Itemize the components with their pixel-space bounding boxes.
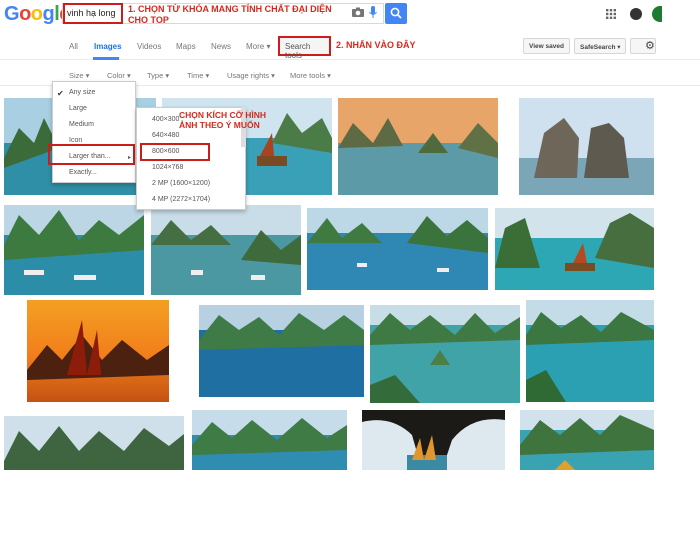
resolution-option[interactable]: 2 MP (1600×1200): [152, 180, 210, 187]
highlight-800x600: [140, 143, 210, 161]
image-result[interactable]: [338, 98, 498, 195]
active-tab-indicator: [93, 57, 119, 60]
image-result[interactable]: [519, 98, 654, 195]
search-button[interactable]: [385, 3, 407, 24]
gear-icon[interactable]: ⚙: [630, 38, 656, 54]
notifications-icon[interactable]: [630, 8, 642, 20]
tab-all[interactable]: All: [69, 42, 78, 51]
tab-news[interactable]: News: [211, 42, 231, 51]
resolution-option[interactable]: 400×300: [152, 116, 179, 123]
search-icon: [390, 7, 402, 19]
view-saved-button[interactable]: View saved: [523, 38, 570, 54]
annotation-step-1: 1. CHỌN TỪ KHÓA MANG TÍNH CHẤT ĐẠI DIỆN …: [128, 4, 332, 25]
google-images-page: Google vinh hạ long 1. CHỌN TỪ KHÓA MANG…: [0, 0, 700, 560]
tab-more[interactable]: More ▾: [246, 42, 270, 51]
image-result[interactable]: [192, 410, 347, 470]
size-option-exactly[interactable]: Exactly...: [69, 169, 97, 176]
top-bar: Google vinh hạ long 1. CHỌN TỪ KHÓA MANG…: [0, 0, 700, 30]
resolution-option[interactable]: 640×480: [152, 132, 179, 139]
image-result[interactable]: [199, 305, 364, 397]
resolution-option[interactable]: 4 MP (2272×1704): [152, 196, 210, 203]
search-query-text[interactable]: vinh hạ long: [63, 3, 123, 24]
google-logo[interactable]: Google: [4, 3, 70, 26]
image-result[interactable]: [526, 300, 654, 402]
microphone-icon[interactable]: [369, 6, 377, 19]
tool-usage-rights[interactable]: Usage rights ▾: [227, 71, 275, 80]
tool-size[interactable]: Size ▾: [69, 71, 89, 80]
camera-icon[interactable]: [352, 7, 364, 17]
check-icon: ✔: [57, 89, 64, 98]
image-result[interactable]: [4, 416, 184, 470]
logo-letter: o: [19, 3, 31, 25]
image-result[interactable]: [495, 208, 654, 290]
tool-color[interactable]: Color ▾: [107, 71, 131, 80]
logo-letter: o: [30, 3, 43, 25]
apps-grid-icon[interactable]: [606, 9, 616, 19]
image-result[interactable]: [370, 305, 520, 403]
size-option-any[interactable]: Any size: [69, 89, 95, 96]
tool-more-tools[interactable]: More tools ▾: [290, 71, 331, 80]
size-option-icon[interactable]: Icon: [69, 137, 82, 144]
image-result[interactable]: [4, 205, 144, 295]
logo-letter: G: [4, 3, 20, 25]
image-result[interactable]: [27, 300, 169, 402]
size-option-medium[interactable]: Medium: [69, 121, 94, 128]
annotation-step-2: 2. NHẤN VÀO ĐÂY: [336, 40, 416, 50]
tool-type[interactable]: Type ▾: [147, 71, 169, 80]
tab-images[interactable]: Images: [94, 42, 122, 51]
image-result[interactable]: [307, 208, 488, 290]
avatar[interactable]: [652, 6, 662, 22]
annotation-step-3: CHỌN KÍCH CỠ HÌNH ẢNH THEO Ý MUỐN: [179, 110, 267, 130]
size-dropdown-menu: ✔ Any size Large Medium Icon Larger than…: [52, 81, 136, 183]
search-tools-button[interactable]: Search tools: [278, 36, 331, 60]
size-option-large[interactable]: Large: [69, 105, 87, 112]
safesearch-button[interactable]: SafeSearch ▾: [574, 38, 627, 54]
highlight-larger-than: [48, 144, 135, 165]
image-result[interactable]: [151, 205, 301, 295]
image-result[interactable]: [520, 410, 654, 470]
tab-videos[interactable]: Videos: [137, 42, 161, 51]
tool-time[interactable]: Time ▾: [187, 71, 209, 80]
logo-letter: g: [42, 3, 55, 25]
tab-maps[interactable]: Maps: [176, 42, 196, 51]
image-result[interactable]: [362, 410, 505, 470]
resolution-option[interactable]: 1024×768: [152, 164, 183, 171]
